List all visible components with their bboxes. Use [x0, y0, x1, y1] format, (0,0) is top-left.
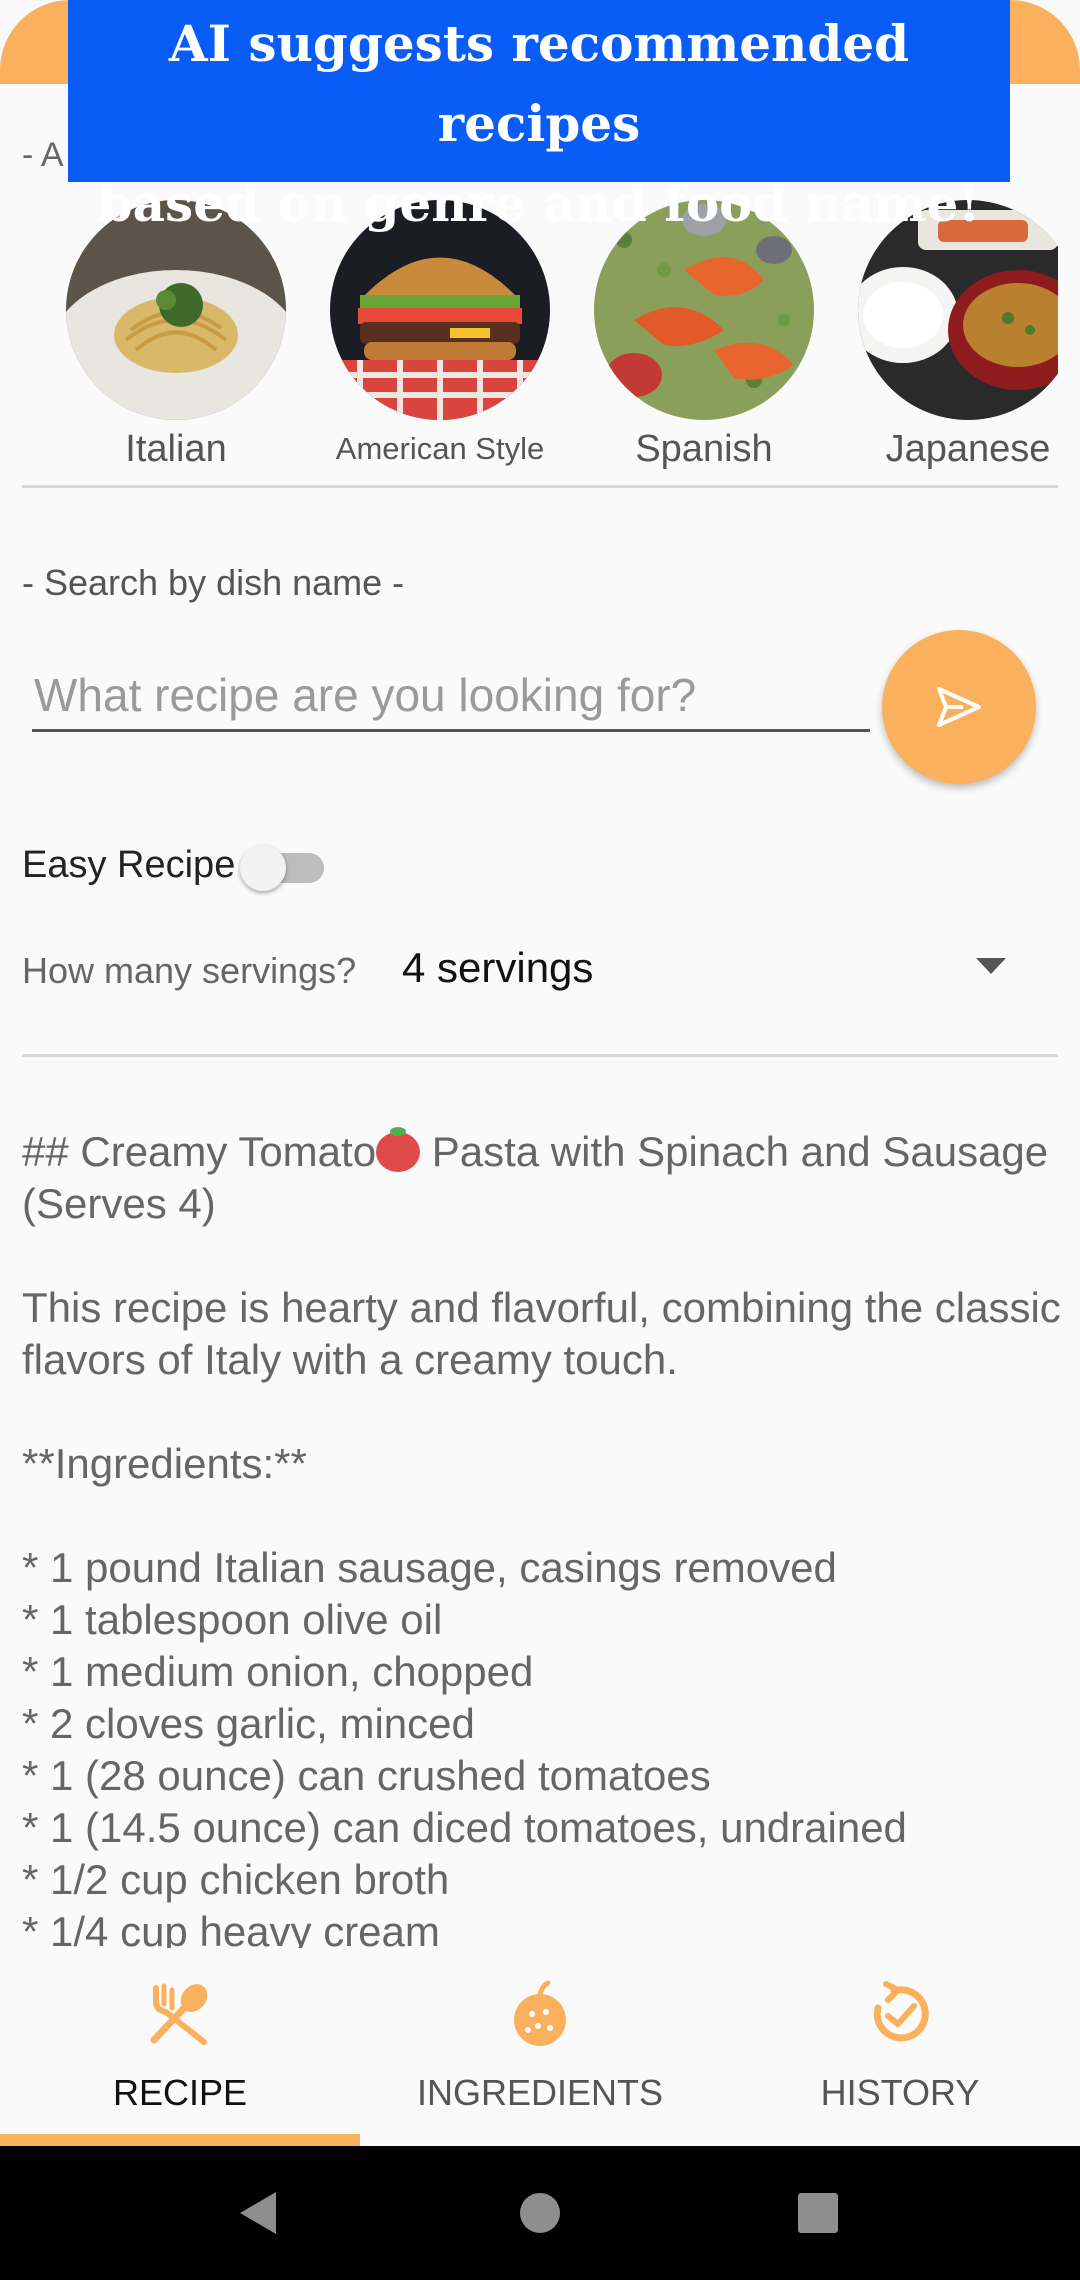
ingredient-item: * 1 (28 ounce) can crushed tomatoes — [22, 1752, 711, 1799]
toggle-knob — [240, 845, 286, 891]
genre-label: Spanish — [635, 428, 773, 470]
history-clock-icon — [873, 1981, 929, 2042]
search-section-label: - Search by dish name - — [22, 562, 405, 603]
home-icon[interactable] — [518, 2191, 562, 2235]
search-input[interactable] — [32, 660, 870, 732]
dropdown-arrow-icon[interactable] — [976, 958, 1006, 974]
recipe-output: ## Creamy Tomato Pasta with Spinach and … — [22, 1126, 1062, 1948]
promo-banner: AI suggests recommended recipes based on… — [68, 0, 1010, 233]
ingredient-item: * 1 pound Italian sausage, casings remov… — [22, 1544, 837, 1591]
genre-label: Japanese — [885, 428, 1051, 470]
recipe-title-text: ## Creamy Tomato — [22, 1128, 377, 1175]
recents-icon[interactable] — [797, 2192, 839, 2234]
divider — [22, 1054, 1058, 1057]
system-navigation-bar — [0, 2146, 1080, 2280]
active-tab-indicator — [0, 2134, 360, 2146]
banner-line-1: AI suggests recommended recipes — [168, 14, 910, 153]
easy-recipe-toggle[interactable] — [240, 845, 330, 891]
ingredient-item: * 1 (14.5 ounce) can diced tomatoes, und… — [22, 1804, 907, 1851]
ingredient-item: * 1 tablespoon olive oil — [22, 1596, 443, 1643]
ingredient-item: * 1/4 cup heavy cream — [22, 1908, 440, 1948]
nav-tab-label: RECIPE — [112, 2072, 248, 2113]
nav-tab-label: HISTORY — [820, 2072, 980, 2113]
nav-tab-history[interactable]: HISTORY — [720, 1960, 1080, 2146]
easy-recipe-label: Easy Recipe — [22, 844, 236, 886]
nav-tab-ingredients[interactable]: INGREDIENTS — [360, 1960, 720, 2146]
banner-line-2: based on genre and food name! — [97, 174, 981, 233]
genre-section-label: - A — [22, 136, 64, 174]
recipe-title: ## Creamy Tomato Pasta with Spinach and … — [22, 1126, 1062, 1230]
ingredient-item: * 2 cloves garlic, minced — [22, 1700, 475, 1747]
fruit-icon — [514, 1980, 566, 2046]
genre-label: American Style — [335, 431, 545, 466]
genre-label: Italian — [125, 428, 227, 470]
servings-label: How many servings? — [22, 950, 357, 991]
recipe-intro: This recipe is hearty and flavorful, com… — [22, 1284, 1061, 1383]
nav-tab-recipe[interactable]: RECIPE — [0, 1960, 360, 2146]
bottom-navigation: RECIPE INGREDIENTS HISTORY — [0, 1960, 1080, 2146]
fork-spoon-icon — [150, 1983, 208, 2045]
divider — [22, 485, 1058, 488]
servings-select[interactable]: 4 servings — [402, 944, 593, 992]
ingredients-heading: **Ingredients:** — [22, 1440, 307, 1487]
send-icon — [937, 687, 981, 727]
nav-tab-label: INGREDIENTS — [416, 2072, 664, 2113]
ingredient-item: * 1/2 cup chicken broth — [22, 1856, 450, 1903]
tomato-emoji-icon — [376, 1127, 421, 1172]
send-button[interactable] — [882, 630, 1036, 784]
ingredient-item: * 1 medium onion, chopped — [22, 1648, 534, 1695]
back-icon[interactable] — [236, 2190, 280, 2236]
